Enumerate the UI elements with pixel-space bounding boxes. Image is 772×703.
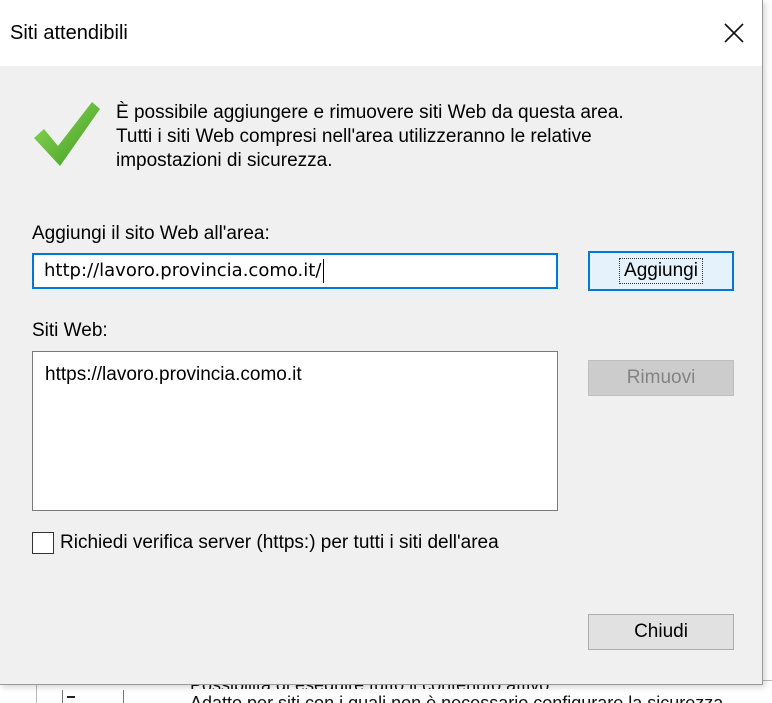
dialog-title: Siti attendibili [10, 22, 128, 44]
title-bar: Siti attendibili [0, 0, 762, 66]
websites-list[interactable]: https://lavoro.provincia.como.it [32, 351, 558, 511]
info-line-2: Tutti i siti Web compresi nell'area util… [116, 126, 592, 147]
background-slider [62, 690, 124, 703]
trusted-sites-dialog: Siti attendibili È possibile aggiungere … [0, 0, 763, 685]
https-verification-checkbox[interactable] [32, 532, 54, 554]
https-verification-label[interactable]: Richiedi verifica server (https:) per tu… [60, 532, 499, 554]
checkmark-icon [34, 102, 100, 166]
info-line-3: impostazioni di sicurezza. [116, 150, 333, 171]
add-button-label: Aggiungi [619, 258, 703, 284]
text-caret [323, 259, 325, 283]
close-icon [724, 23, 744, 43]
close-button[interactable] [706, 10, 762, 56]
info-line-1: È possibile aggiungere e rimuovere siti … [116, 102, 624, 123]
add-button[interactable]: Aggiungi [588, 251, 734, 291]
close-dialog-button[interactable]: Chiudi [588, 614, 734, 650]
site-url-input[interactable]: http://lavoro.provincia.como.it/ [32, 253, 558, 289]
site-url-value: http://lavoro.provincia.como.it/ [44, 260, 322, 281]
slider-tick [67, 696, 75, 698]
remove-button[interactable]: Rimuovi [588, 360, 734, 396]
websites-label: Siti Web: [32, 320, 108, 341]
screen: Possibilità di eseguire tutto il contenu… [0, 0, 772, 703]
info-message: È possibile aggiungere e rimuovere siti … [116, 101, 736, 173]
list-item[interactable]: https://lavoro.provincia.como.it [45, 364, 545, 386]
background-text-line2: Adatto per siti con i quali non è necess… [190, 694, 723, 703]
https-verification-row[interactable]: Richiedi verifica server (https:) per tu… [32, 532, 499, 554]
add-site-label: Aggiungi il sito Web all'area: [32, 223, 270, 244]
